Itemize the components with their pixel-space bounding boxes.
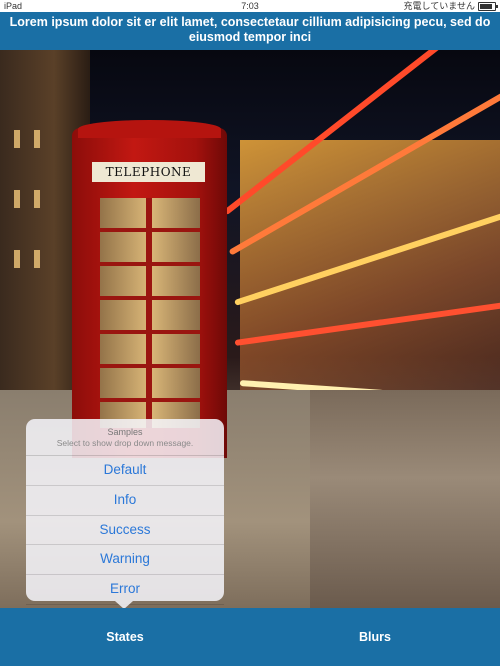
status-right: 充電していません bbox=[403, 0, 498, 12]
menu-item-default[interactable]: Default bbox=[26, 456, 224, 486]
telephone-sign: TELEPHONE bbox=[92, 162, 205, 182]
menu-item-warning[interactable]: Warning bbox=[26, 545, 224, 576]
blurs-button[interactable]: Blurs bbox=[250, 608, 500, 666]
booth-windows bbox=[100, 198, 200, 428]
menu-item-success[interactable]: Success bbox=[26, 516, 224, 546]
status-bar: iPad 7:03 充電していません bbox=[0, 0, 500, 12]
states-button[interactable]: States bbox=[0, 608, 250, 666]
bottom-toolbar: States Blurs bbox=[0, 608, 500, 666]
battery-fill bbox=[480, 3, 492, 9]
popover-title: Samples bbox=[107, 427, 143, 437]
battery-icon bbox=[478, 1, 498, 11]
popover-subtitle: Select to show drop down message. bbox=[56, 438, 194, 448]
banner-message: Lorem ipsum dolor sit er elit lamet, con… bbox=[9, 15, 491, 44]
menu-item-info[interactable]: Info bbox=[26, 486, 224, 516]
telephone-booth: TELEPHONE bbox=[72, 120, 227, 458]
charging-status: 充電していません bbox=[403, 1, 475, 11]
popover-header: Samples Select to show drop down message… bbox=[26, 419, 224, 456]
samples-popover: Samples Select to show drop down message… bbox=[26, 419, 224, 609]
right-building bbox=[240, 140, 500, 400]
drop-down-message-banner[interactable]: Lorem ipsum dolor sit er elit lamet, con… bbox=[0, 12, 500, 50]
